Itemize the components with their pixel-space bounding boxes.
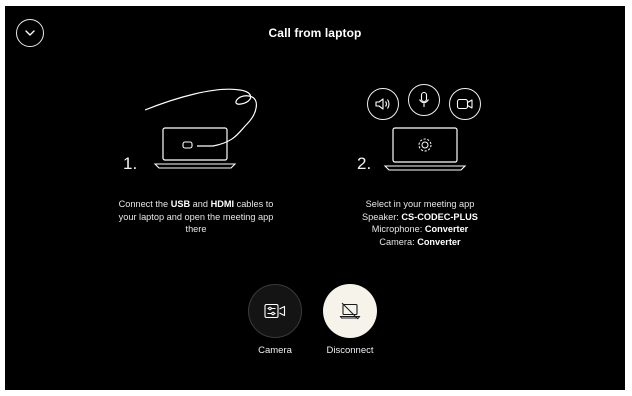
laptop-disconnect-icon [339, 302, 361, 320]
step-2-instructions: Select in your meeting app Speaker: CS-C… [362, 199, 478, 247]
camera-icon-badge [449, 88, 481, 120]
gear-icon [418, 138, 432, 152]
disconnect-button-label: Disconnect [326, 345, 374, 356]
microphone-icon [419, 91, 429, 107]
camera-button-label: Camera [258, 345, 292, 356]
speaker-icon-badge [367, 88, 399, 120]
page-title: Call from laptop [268, 26, 362, 40]
disconnect-button[interactable] [323, 284, 377, 338]
step-1-instructions: Connect the USB and HDMI cables to your … [118, 199, 274, 234]
call-from-laptop-screen: Call from laptop 1. Connect the USB and … [5, 6, 625, 390]
laptop-usb-illustration [145, 88, 257, 169]
camera-icon [456, 98, 473, 110]
laptop-settings-illustration [383, 127, 467, 171]
microphone-icon-badge [408, 84, 440, 116]
speaker-icon [375, 98, 390, 110]
step-number: 1. [123, 154, 138, 173]
camera-settings-icon [264, 303, 286, 319]
camera-button[interactable] [248, 284, 302, 338]
step-number: 2. [357, 154, 372, 173]
